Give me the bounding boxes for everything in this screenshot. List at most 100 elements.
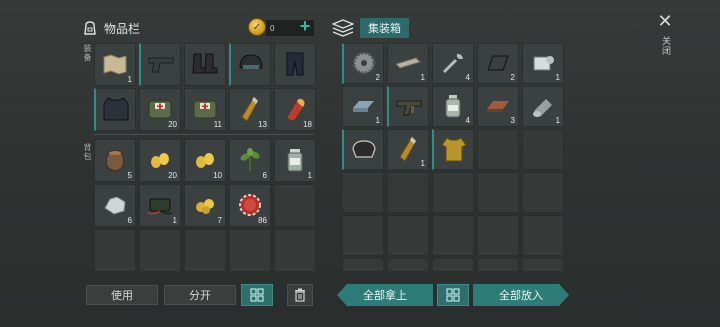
herb-leaves-icon bbox=[235, 145, 265, 175]
discard-button[interactable] bbox=[287, 284, 313, 306]
slot-corn-kernels[interactable]: 10 bbox=[184, 139, 226, 182]
item-count: 1 bbox=[127, 75, 132, 84]
slot-body-armor[interactable] bbox=[94, 88, 136, 131]
steel-ingot-icon bbox=[348, 91, 378, 121]
equip-label: 装备 bbox=[83, 44, 92, 62]
use-button[interactable]: 使用 bbox=[86, 285, 158, 305]
map-icon bbox=[100, 49, 130, 79]
slot-first-aid-bag[interactable]: 11 bbox=[184, 88, 226, 131]
slot-pill-capsule[interactable]: 18 bbox=[274, 88, 316, 131]
slot-empty[interactable] bbox=[522, 129, 564, 170]
slot-saw-blade[interactable]: 2 bbox=[342, 43, 384, 84]
slot-empty[interactable] bbox=[477, 258, 519, 271]
item-count: 20 bbox=[168, 120, 177, 129]
silver-ore-icon bbox=[100, 190, 130, 220]
inventory-title: 物品栏 bbox=[104, 21, 141, 36]
slot-empty[interactable] bbox=[139, 229, 181, 272]
slot-wrench[interactable]: 4 bbox=[432, 43, 474, 84]
put-all-button[interactable]: 全部放入 bbox=[473, 284, 569, 306]
slot-map[interactable]: 1 bbox=[94, 43, 136, 86]
slot-metal-bar[interactable]: 1 bbox=[387, 43, 429, 84]
item-count: 1 bbox=[420, 159, 425, 168]
slot-gold-nuggets[interactable]: 7 bbox=[184, 184, 226, 227]
equipment-grid: 1 20 11 13 18 bbox=[94, 43, 316, 131]
trash-icon bbox=[295, 288, 305, 302]
item-count: 1 bbox=[420, 73, 425, 82]
item-count: 4 bbox=[465, 73, 470, 82]
metal-bar-icon bbox=[393, 48, 423, 78]
slot-battery-charger[interactable]: 1 bbox=[139, 184, 181, 227]
slot-helmet[interactable] bbox=[229, 43, 271, 86]
item-count: 2 bbox=[375, 73, 380, 82]
item-count: 2 bbox=[510, 73, 515, 82]
item-count: 1 bbox=[555, 73, 560, 82]
slot-empty[interactable] bbox=[477, 215, 519, 256]
slot-smg-weapon[interactable] bbox=[387, 86, 429, 127]
slot-empty[interactable] bbox=[274, 184, 316, 227]
slot-boots[interactable] bbox=[184, 43, 226, 86]
item-count: 1 bbox=[307, 171, 312, 180]
slot-pistol[interactable] bbox=[139, 43, 181, 86]
slot-empty[interactable] bbox=[342, 258, 384, 271]
battery-charger-icon bbox=[145, 190, 175, 220]
close-icon[interactable]: ✕ bbox=[656, 12, 674, 30]
engine-part-icon bbox=[528, 48, 558, 78]
item-count: 10 bbox=[213, 171, 222, 180]
slot-empty[interactable] bbox=[432, 258, 474, 271]
pants-armor-icon bbox=[280, 49, 310, 79]
slot-metal-sheet[interactable]: 2 bbox=[477, 43, 519, 84]
item-count: 5 bbox=[127, 171, 132, 180]
slot-rifle-cartridge[interactable]: 13 bbox=[229, 88, 271, 131]
slot-empty[interactable] bbox=[387, 215, 429, 256]
slot-chemical-bottle[interactable]: 4 bbox=[432, 86, 474, 127]
slot-medicine-bottle[interactable]: 1 bbox=[274, 139, 316, 182]
slot-bottle-cap[interactable]: 86 bbox=[229, 184, 271, 227]
grain-sack-icon bbox=[100, 145, 130, 175]
slot-empty[interactable] bbox=[432, 215, 474, 256]
item-count: 3 bbox=[510, 116, 515, 125]
slot-empty[interactable] bbox=[342, 172, 384, 213]
slot-empty[interactable] bbox=[94, 229, 136, 272]
gold-nuggets-icon bbox=[190, 190, 220, 220]
sort-container-button[interactable] bbox=[437, 284, 469, 306]
slot-pants-armor[interactable] bbox=[274, 43, 316, 86]
backpack-grid: 5 20 10 6 1 6 1 7 86 bbox=[94, 139, 316, 272]
slot-empty[interactable] bbox=[522, 172, 564, 213]
slot-brass-knuckles[interactable] bbox=[342, 129, 384, 170]
slot-empty[interactable] bbox=[522, 258, 564, 271]
item-count: 18 bbox=[303, 120, 312, 129]
split-button[interactable]: 分开 bbox=[164, 285, 236, 305]
inventory-header: 物品栏 bbox=[82, 16, 140, 40]
slot-empty[interactable] bbox=[342, 215, 384, 256]
slot-herb-leaves[interactable]: 6 bbox=[229, 139, 271, 182]
slot-corn-kernels[interactable]: 20 bbox=[139, 139, 181, 182]
slot-yellow-jacket[interactable] bbox=[432, 129, 474, 170]
smg-weapon-icon bbox=[394, 91, 424, 121]
pistol-icon bbox=[146, 49, 176, 79]
slot-engine-part[interactable]: 1 bbox=[522, 43, 564, 84]
slot-silver-ore[interactable]: 6 bbox=[94, 184, 136, 227]
saw-blade-icon bbox=[349, 48, 379, 78]
slot-wood-plank[interactable]: 3 bbox=[477, 86, 519, 127]
slot-empty[interactable] bbox=[432, 172, 474, 213]
slot-steel-ingot[interactable]: 1 bbox=[342, 86, 384, 127]
slot-empty[interactable] bbox=[387, 258, 429, 271]
slot-empty[interactable] bbox=[477, 172, 519, 213]
slot-cloth-roll[interactable]: 1 bbox=[522, 86, 564, 127]
slot-empty[interactable] bbox=[229, 229, 271, 272]
slot-rifle-cartridge[interactable]: 1 bbox=[387, 129, 429, 170]
slot-empty[interactable] bbox=[387, 172, 429, 213]
sort-inventory-button[interactable] bbox=[241, 284, 273, 306]
wood-plank-icon bbox=[483, 91, 513, 121]
slot-empty[interactable] bbox=[477, 129, 519, 170]
item-count: 6 bbox=[127, 216, 132, 225]
slot-empty[interactable] bbox=[522, 215, 564, 256]
grid-icon bbox=[250, 288, 264, 302]
slot-first-aid-bag[interactable]: 20 bbox=[139, 88, 181, 131]
take-all-button[interactable]: 全部拿上 bbox=[337, 284, 433, 306]
container-icon bbox=[332, 19, 354, 37]
add-gold-button[interactable]: + bbox=[296, 17, 314, 37]
slot-empty[interactable] bbox=[274, 229, 316, 272]
slot-empty[interactable] bbox=[184, 229, 226, 272]
slot-grain-sack[interactable]: 5 bbox=[94, 139, 136, 182]
